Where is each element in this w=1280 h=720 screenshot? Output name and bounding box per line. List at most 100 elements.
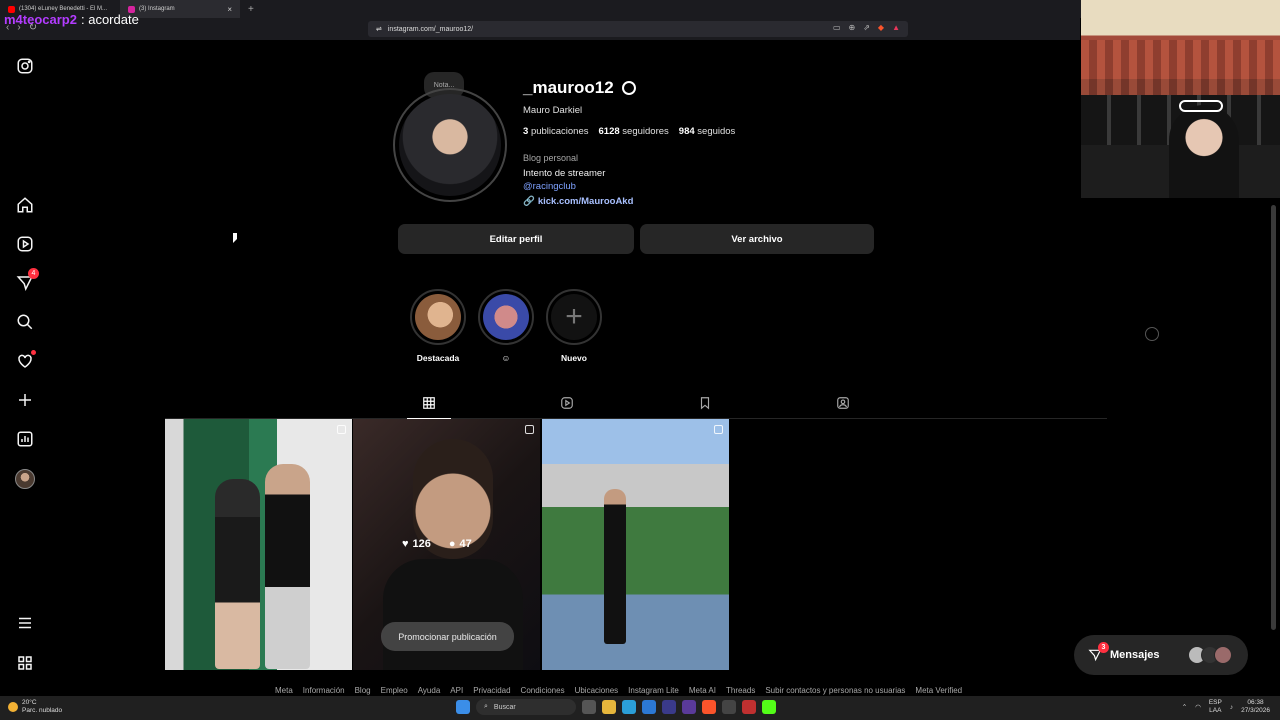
footer-link[interactable]: Threads bbox=[726, 686, 755, 695]
highlight-label: Nuevo bbox=[561, 353, 587, 363]
activity-dot bbox=[31, 350, 36, 355]
highlight-label: Destacada bbox=[416, 353, 460, 363]
highlight-2[interactable]: ☺ bbox=[478, 289, 534, 363]
footer-link[interactable]: Meta Verified bbox=[915, 686, 962, 695]
windows-taskbar: 20°C Parc. nublado ⌕ Buscar ⌃ ◠ ESP LAA ♪ … bbox=[0, 696, 1280, 720]
search-icon[interactable] bbox=[14, 311, 36, 333]
view-archive-button[interactable]: Ver archivo bbox=[640, 224, 874, 254]
footer-link[interactable]: Ayuda bbox=[418, 686, 441, 695]
following-stat[interactable]: 984 seguidos bbox=[679, 126, 736, 137]
tab-tagged[interactable] bbox=[834, 394, 852, 412]
tab-posts[interactable] bbox=[407, 394, 451, 419]
dashboard-icon[interactable] bbox=[14, 428, 36, 450]
profile-nav-avatar[interactable] bbox=[14, 468, 36, 490]
site-info-icon[interactable]: ⇌ bbox=[376, 25, 382, 33]
clock[interactable]: 06:38 27/3/2026 bbox=[1241, 699, 1270, 715]
footer-link[interactable]: Meta AI bbox=[689, 686, 716, 695]
edge-icon[interactable] bbox=[622, 700, 636, 714]
post-tile-1[interactable] bbox=[165, 419, 352, 670]
instagram-logo-icon[interactable] bbox=[14, 55, 36, 77]
file-explorer-icon[interactable] bbox=[602, 700, 616, 714]
profile-picture[interactable] bbox=[393, 88, 507, 202]
zoom-icon[interactable]: ⊕ bbox=[849, 23, 856, 32]
close-tab-icon[interactable]: × bbox=[227, 5, 232, 14]
home-icon[interactable] bbox=[14, 194, 36, 216]
footer-link[interactable]: API bbox=[450, 686, 463, 695]
menu-icon[interactable] bbox=[14, 612, 36, 634]
footer-link[interactable]: Información bbox=[303, 686, 345, 695]
apps-icon[interactable] bbox=[14, 652, 36, 674]
footer-link[interactable]: Empleo bbox=[381, 686, 408, 695]
rewards-icon[interactable]: ▲ bbox=[892, 23, 900, 32]
address-bar-row: ‹ › ↻ ⇌ instagram.com/_mauroo12/ ▭ ⊕ ⇗ ◆… bbox=[0, 18, 1080, 40]
app-icon[interactable] bbox=[742, 700, 756, 714]
profile-username: _mauroo12 bbox=[523, 78, 636, 98]
edit-profile-button[interactable]: Editar perfil bbox=[398, 224, 634, 254]
brave-icon[interactable] bbox=[702, 700, 716, 714]
heart-icon[interactable] bbox=[14, 350, 36, 372]
task-view-icon[interactable] bbox=[582, 700, 596, 714]
wifi-icon[interactable]: ◠ bbox=[1195, 703, 1201, 711]
create-icon[interactable] bbox=[14, 389, 36, 411]
taskbar-search[interactable]: ⌕ Buscar bbox=[476, 699, 576, 715]
post-figure bbox=[383, 559, 523, 670]
tab-reels[interactable] bbox=[558, 394, 576, 412]
post-tile-3[interactable] bbox=[542, 419, 729, 670]
url-actions: ▭ ⊕ ⇗ ◆ ▲ bbox=[833, 23, 900, 32]
comments-stat: ● 47 bbox=[448, 538, 472, 550]
footer-link[interactable]: Condiciones bbox=[521, 686, 565, 695]
grid-icon bbox=[423, 397, 435, 409]
gear-icon[interactable] bbox=[621, 81, 636, 95]
messages-badge: 3 bbox=[1098, 642, 1109, 653]
footer-link[interactable]: Subir contactos y personas no usuarias bbox=[765, 686, 905, 695]
store-icon[interactable] bbox=[642, 700, 656, 714]
post-figure bbox=[604, 489, 626, 644]
footer-link[interactable]: Privacidad bbox=[473, 686, 510, 695]
promote-post-button[interactable]: Promocionar publicación bbox=[381, 622, 514, 651]
app-icon[interactable] bbox=[682, 700, 696, 714]
chevron-up-icon[interactable]: ⌃ bbox=[1182, 703, 1187, 711]
chat-message: : acordate bbox=[80, 12, 139, 27]
avatar bbox=[1214, 646, 1232, 664]
footer-link[interactable]: Blog bbox=[355, 686, 371, 695]
brave-shield-icon[interactable]: ◆ bbox=[878, 23, 884, 32]
link-text: kick.com/MaurooAkd bbox=[537, 196, 634, 207]
webcam-glasses bbox=[1179, 100, 1223, 112]
carousel-icon bbox=[337, 425, 346, 434]
kick-icon[interactable] bbox=[762, 700, 776, 714]
chat-username: m4teocarp2 bbox=[4, 12, 77, 27]
reels-tab-icon bbox=[561, 397, 573, 409]
post-figure bbox=[215, 479, 260, 669]
windows-start-icon[interactable] bbox=[456, 700, 470, 714]
url-field[interactable]: ⇌ instagram.com/_mauroo12/ ▭ ⊕ ⇗ ◆ ▲ bbox=[368, 21, 908, 37]
cast-icon[interactable]: ▭ bbox=[833, 23, 841, 32]
followers-stat[interactable]: 6128 seguidores bbox=[599, 126, 669, 137]
tab-saved[interactable] bbox=[696, 394, 714, 412]
app-icon[interactable] bbox=[662, 700, 676, 714]
footer-link[interactable]: Instagram Lite bbox=[628, 686, 679, 695]
messages-nav-icon[interactable]: 4 bbox=[14, 268, 39, 294]
profile-full-name: Mauro Darkiel bbox=[523, 105, 583, 116]
share-icon[interactable]: ⇗ bbox=[863, 23, 870, 32]
highlight-new[interactable]: + Nuevo bbox=[546, 289, 602, 363]
profile-mention-link[interactable]: @racingclub bbox=[523, 181, 576, 192]
posts-stat: 3 publicaciones bbox=[523, 126, 589, 137]
tab-label: (3) Instagram bbox=[139, 6, 175, 12]
profile-bio: Intento de streamer bbox=[523, 168, 606, 179]
messages-button[interactable]: 3 Mensajes bbox=[1074, 635, 1248, 675]
footer-link[interactable]: Meta bbox=[275, 686, 293, 695]
new-tab-button[interactable]: + bbox=[240, 4, 262, 15]
page-scrollbar[interactable] bbox=[1271, 205, 1276, 630]
language-indicator[interactable]: ESP LAA bbox=[1209, 699, 1222, 715]
volume-icon[interactable]: ♪ bbox=[1230, 704, 1233, 711]
loading-spinner bbox=[1145, 327, 1159, 341]
webcam-streamer bbox=[1169, 105, 1239, 198]
tagged-icon bbox=[837, 397, 849, 409]
weather-widget[interactable]: 20°C Parc. nublado bbox=[8, 699, 62, 715]
post-hover-stats: ♥ 126 ● 47 bbox=[402, 538, 472, 550]
profile-external-link[interactable]: 🔗 kick.com/MaurooAkd bbox=[523, 196, 633, 207]
footer-link[interactable]: Ubicaciones bbox=[575, 686, 619, 695]
highlight-destacada[interactable]: Destacada bbox=[410, 289, 466, 363]
reels-icon[interactable] bbox=[14, 233, 36, 255]
obs-icon[interactable] bbox=[722, 700, 736, 714]
